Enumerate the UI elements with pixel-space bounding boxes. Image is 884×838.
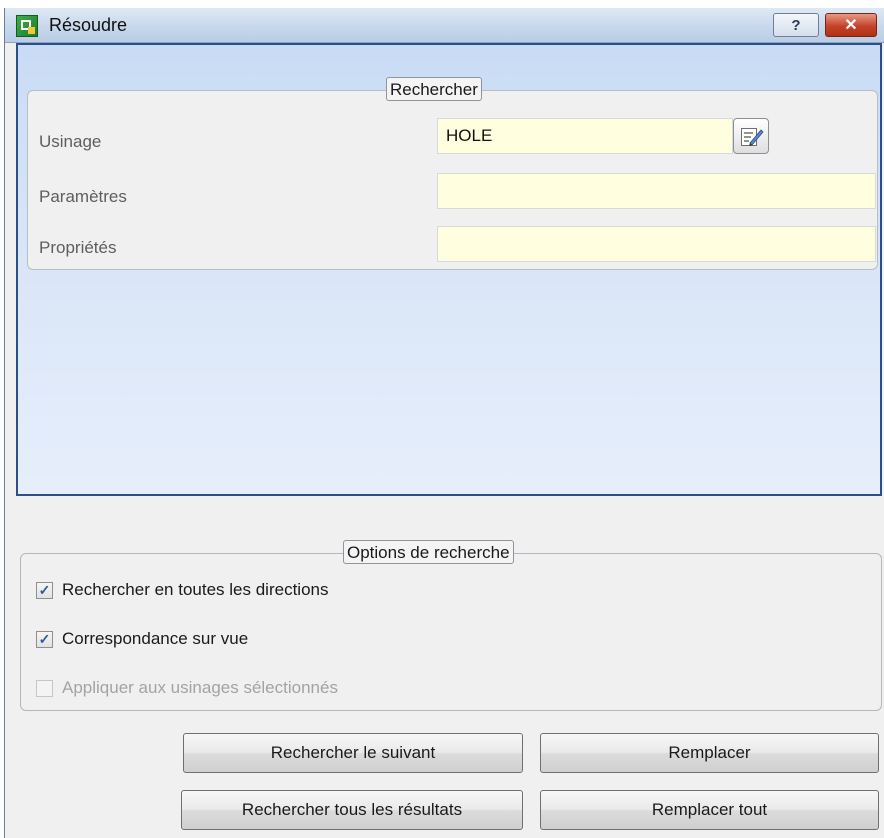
replace-button[interactable]: Remplacer	[540, 733, 879, 773]
search-options-group: ✓ Rechercher en toutes les directions ✓ …	[20, 553, 882, 711]
edit-list-icon	[741, 128, 764, 146]
apply-selected-checkbox	[36, 680, 53, 697]
help-button[interactable]: ?	[773, 13, 819, 37]
replace-all-button[interactable]: Remplacer tout	[540, 790, 879, 830]
search-group-title: Rechercher	[386, 77, 482, 101]
search-options-title: Options de recherche	[343, 540, 514, 564]
match-view-checkbox[interactable]: ✓	[36, 631, 53, 648]
all-directions-checkbox[interactable]: ✓	[36, 582, 53, 599]
window-title: Résoudre	[49, 15, 128, 35]
parametres-field[interactable]	[437, 173, 876, 209]
resoudre-dialog: Résoudre ? ✕ Usinage HOLE Paramètres Pro…	[4, 8, 884, 838]
search-panel: Usinage HOLE Paramètres Propriétés Reche…	[16, 43, 882, 496]
search-group: Usinage HOLE Paramètres Propriétés	[27, 90, 878, 270]
match-view-label: Correspondance sur vue	[62, 629, 249, 648]
title-bar[interactable]: Résoudre ? ✕	[5, 8, 884, 43]
find-all-button[interactable]: Rechercher tous les résultats	[181, 790, 523, 830]
proprietes-field[interactable]	[437, 226, 876, 262]
close-button[interactable]: ✕	[825, 13, 877, 37]
parametres-label: Paramètres	[39, 187, 127, 206]
all-directions-label: Rechercher en toutes les directions	[62, 580, 329, 599]
proprietes-label: Propriétés	[39, 238, 117, 257]
usinage-field[interactable]: HOLE	[437, 118, 733, 154]
edit-usinage-button[interactable]	[733, 118, 769, 154]
apply-selected-label: Appliquer aux usinages sélectionnés	[62, 678, 338, 697]
usinage-label: Usinage	[39, 132, 102, 151]
find-next-button[interactable]: Rechercher le suivant	[183, 733, 523, 773]
app-icon	[16, 15, 38, 37]
